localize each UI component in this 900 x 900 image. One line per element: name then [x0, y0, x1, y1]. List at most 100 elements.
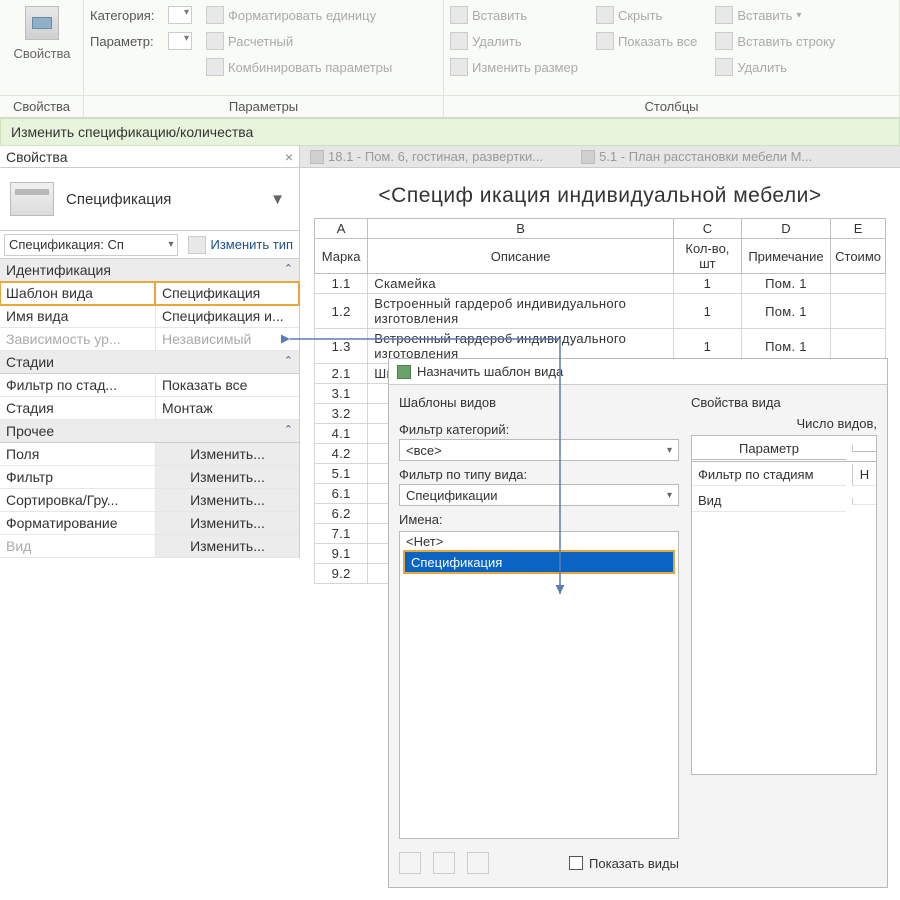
view-name-row[interactable]: Имя видаСпецификация и...	[0, 305, 299, 328]
hide-icon	[596, 6, 614, 24]
names-label: Имена:	[399, 512, 679, 527]
insert2-button[interactable]: Вставить▾	[715, 4, 835, 26]
col-letter[interactable]: B	[368, 219, 674, 239]
insert-row-button[interactable]: Вставить строку	[715, 30, 835, 52]
view-props-table: Параметр Фильтр по стадиямН Вид	[691, 435, 877, 775]
identification-grid: Шаблон видаСпецификация Имя видаСпецифик…	[0, 282, 299, 351]
list-item-none[interactable]: <Нет>	[400, 532, 678, 551]
dialog-title: Назначить шаблон вида	[417, 359, 563, 385]
tab-icon	[310, 150, 324, 164]
table-row[interactable]: 1.2Встроенный гардероб индивидуального и…	[315, 294, 886, 329]
col-letter[interactable]: D	[741, 219, 830, 239]
edit-type-button[interactable]: Изменить тип	[182, 236, 299, 254]
delete-template-button[interactable]	[467, 852, 489, 874]
show-views-checkbox[interactable]: Показать виды	[569, 856, 679, 871]
ribbon-group-label: Свойства	[0, 95, 83, 117]
properties-icon	[25, 6, 59, 40]
type-filter-label: Фильтр по типу вида:	[399, 467, 679, 482]
filter-row[interactable]: ФильтрИзменить...	[0, 466, 299, 489]
views-count-label: Число видов,	[691, 416, 877, 431]
view-template-row[interactable]: Шаблон видаСпецификация	[0, 282, 299, 305]
param-col-head: Параметр	[692, 438, 846, 460]
dialog-left-pane: Шаблоны видов Фильтр категорий: <все>▾ Ф…	[399, 395, 679, 877]
dependency-row: Зависимость ур...Независимый	[0, 328, 299, 351]
showall-col-button[interactable]: Показать все	[596, 30, 697, 52]
type-filter-dropdown[interactable]: Спецификации▾	[399, 484, 679, 506]
dialog-icon	[397, 365, 411, 379]
view-tab[interactable]: 18.1 - Пом. 6, гостиная, развертки...	[328, 149, 543, 164]
ribbon-group-parameters: Категория: Параметр: Форматировать едини…	[84, 0, 444, 117]
assign-view-template-dialog: Назначить шаблон вида Шаблоны видов Филь…	[388, 358, 888, 888]
other-grid: ПоляИзменить... ФильтрИзменить... Сортир…	[0, 443, 299, 558]
properties-panel: Свойства× Спецификация▼ Спецификация: Сп…	[0, 146, 300, 558]
resize-icon	[450, 58, 468, 76]
delete-col-button[interactable]: Удалить	[450, 30, 578, 52]
view-props-label: Свойства вида	[691, 395, 877, 410]
ribbon-context-tab[interactable]: Изменить спецификацию/количества	[0, 118, 900, 146]
insert-col-button[interactable]: Вставить	[450, 4, 578, 26]
sort-row[interactable]: Сортировка/Гру...Изменить...	[0, 489, 299, 512]
view-tab[interactable]: 5.1 - План расстановки мебели М...	[599, 149, 812, 164]
category-dropdown[interactable]: Категория:	[90, 4, 192, 26]
schedule-type-icon	[10, 182, 54, 216]
fields-row[interactable]: ПоляИзменить...	[0, 443, 299, 466]
calculated-button[interactable]: Расчетный	[206, 30, 392, 52]
templates-listbox[interactable]: <Нет> Спецификация	[399, 531, 679, 839]
ribbon-group-columns: Вставить Удалить Изменить размер Скрыть …	[444, 0, 900, 117]
table-row[interactable]: 1.1Скамейка1Пом. 1	[315, 274, 886, 294]
category-filter-dropdown[interactable]: <все>▾	[399, 439, 679, 461]
col-letter[interactable]: C	[674, 219, 742, 239]
section-other[interactable]: Прочее⌃	[0, 420, 299, 443]
dialog-title-bar[interactable]: Назначить шаблон вида	[389, 359, 887, 385]
col-header[interactable]: Стоимо	[831, 239, 886, 274]
list-item-spec[interactable]: Спецификация	[404, 551, 674, 573]
param-row[interactable]: Вид	[692, 490, 846, 512]
ribbon-group-properties: Свойства Свойства	[0, 0, 84, 117]
list-tools: Показать виды	[399, 849, 679, 877]
ribbon-group-label: Столбцы	[444, 95, 899, 117]
param-row[interactable]: Фильтр по стадиям	[692, 464, 846, 486]
properties-title: Свойства×	[0, 146, 299, 168]
templates-label: Шаблоны видов	[399, 395, 679, 410]
combine-icon	[206, 58, 224, 76]
ribbon-group-label: Параметры	[84, 95, 443, 117]
tab-icon	[581, 150, 595, 164]
phase-row[interactable]: СтадияМонтаж	[0, 397, 299, 420]
type-selector-dropdown[interactable]: Спецификация▼	[66, 191, 289, 208]
dialog-right-pane: Свойства вида Число видов, Параметр Филь…	[691, 395, 877, 877]
col-letter[interactable]: E	[831, 219, 886, 239]
delete-icon	[450, 32, 468, 50]
parameter-dropdown[interactable]: Параметр:	[90, 30, 192, 52]
rename-button[interactable]	[433, 852, 455, 874]
ribbon: Свойства Свойства Категория: Параметр: Ф…	[0, 0, 900, 118]
insert-row-icon	[715, 32, 733, 50]
edit-type-icon	[188, 236, 206, 254]
category-filter-label: Фильтр категорий:	[399, 422, 679, 437]
col-header[interactable]: Описание	[368, 239, 674, 274]
duplicate-button[interactable]	[399, 852, 421, 874]
fx-icon	[206, 32, 224, 50]
section-stages[interactable]: Стадии⌃	[0, 351, 299, 374]
col-header[interactable]: Примечание	[741, 239, 830, 274]
schedule-title: <Специф икация индивидуальной мебели>	[314, 184, 886, 208]
format-row[interactable]: ФорматированиеИзменить...	[0, 512, 299, 535]
properties-label: Свойства	[13, 46, 70, 61]
format-unit-button[interactable]: Форматировать единицу	[206, 4, 392, 26]
col-letter[interactable]: A	[315, 219, 368, 239]
col-header[interactable]: Марка	[315, 239, 368, 274]
col-header[interactable]: Кол-во, шт	[674, 239, 742, 274]
combine-params-button[interactable]: Комбинировать параметры	[206, 56, 392, 78]
insert-icon	[715, 6, 733, 24]
view-row: ВидИзменить...	[0, 535, 299, 558]
delete-icon	[715, 58, 733, 76]
section-identification[interactable]: Идентификация⌃	[0, 259, 299, 282]
insert-icon	[450, 6, 468, 24]
stages-grid: Фильтр по стад...Показать все СтадияМонт…	[0, 374, 299, 420]
phase-filter-row[interactable]: Фильтр по стад...Показать все	[0, 374, 299, 397]
delete2-button[interactable]: Удалить	[715, 56, 835, 78]
properties-button[interactable]: Свойства	[6, 4, 78, 61]
close-panel-icon[interactable]: ×	[285, 146, 299, 168]
resize-col-button[interactable]: Изменить размер	[450, 56, 578, 78]
instance-selector[interactable]: Спецификация: Сп▾	[4, 234, 178, 256]
hide-col-button[interactable]: Скрыть	[596, 4, 697, 26]
